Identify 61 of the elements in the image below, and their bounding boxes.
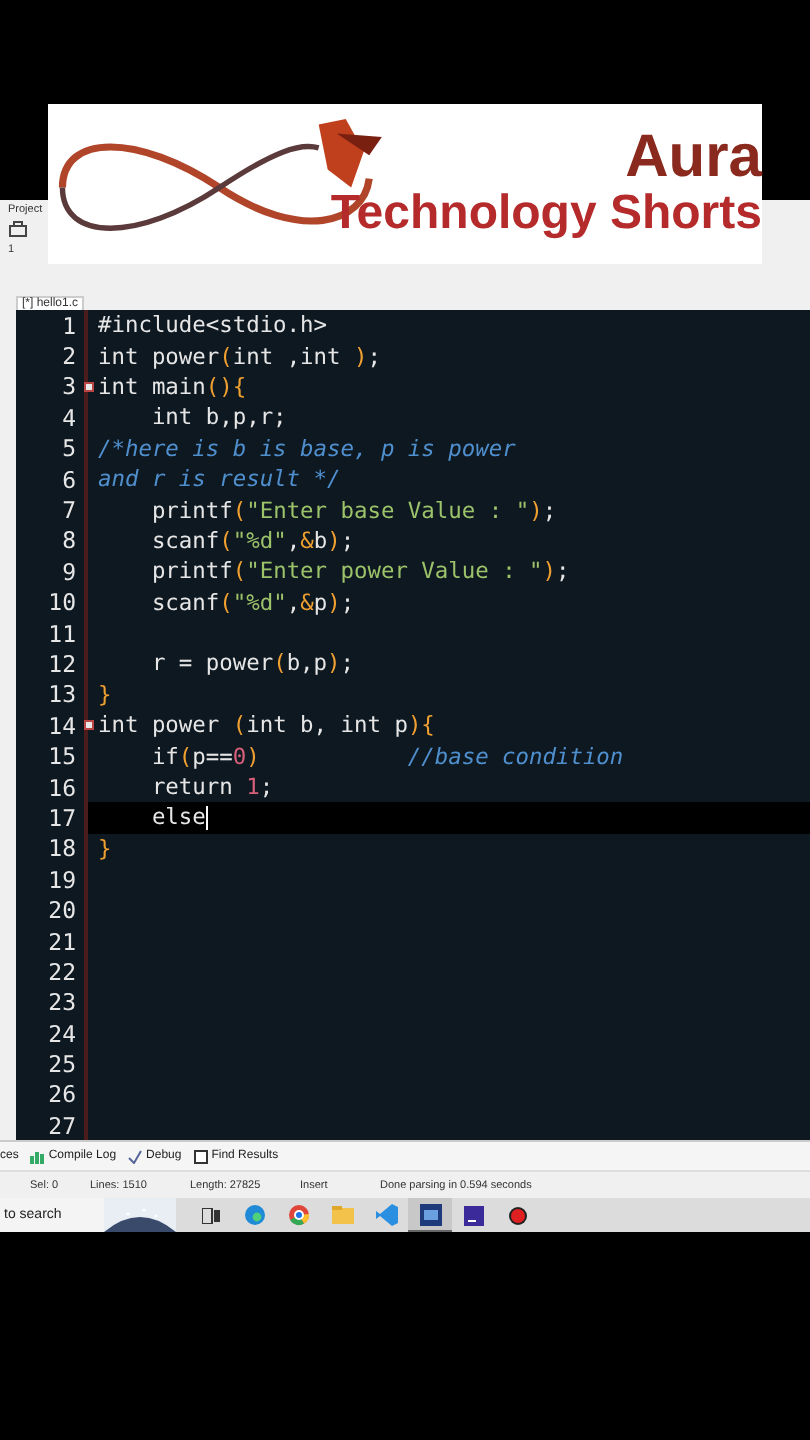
line-number: 18 [48, 834, 76, 863]
browser-icon [243, 1204, 265, 1226]
line-number: 7 [62, 496, 76, 525]
line-number: 10 [48, 588, 76, 617]
line-number: 11 [48, 619, 76, 648]
code-line: and r is result */ [98, 466, 341, 493]
record-icon [508, 1205, 528, 1225]
fold-marker-icon[interactable] [84, 720, 94, 731]
line-number: 3 [62, 372, 76, 401]
printer-icon[interactable] [8, 220, 28, 240]
fold-marker-icon[interactable] [84, 381, 94, 392]
code-line: int main(){ [98, 373, 247, 400]
code-line: printf("Enter power Value : "); [149, 558, 570, 585]
line-number: 19 [48, 865, 76, 894]
browser-icon [287, 1204, 309, 1226]
check-icon [128, 1149, 143, 1163]
code-line: int power (int b, int p){ [98, 712, 435, 739]
line-number: 9 [62, 557, 76, 586]
line-number: 22 [48, 957, 76, 986]
document-icon [193, 1149, 208, 1163]
code-editor-icon [375, 1204, 397, 1226]
banner-subtitle: Technology Shorts [330, 188, 762, 240]
line-number: 12 [48, 649, 76, 678]
banner-title: Aura [625, 128, 762, 188]
line-number: 25 [48, 1050, 76, 1079]
code-line: printf("Enter base Value : "); [149, 497, 557, 524]
line-number: 15 [48, 742, 76, 771]
line-number: 8 [62, 526, 76, 555]
line-number: 21 [48, 927, 76, 955]
code-editor[interactable] [16, 310, 810, 1140]
line-number: 5 [62, 434, 76, 463]
line-number: 26 [48, 1080, 76, 1109]
code-line: #include<stdio.h> [98, 312, 328, 339]
code-line: scanf("%d",&b); [149, 527, 355, 554]
line-number: 4 [62, 403, 76, 432]
code-line: if(p==0) //base condition [149, 743, 624, 770]
app-window-icon [419, 1203, 441, 1225]
code-line: } [98, 681, 112, 708]
code-line: int power(int ,int ); [98, 343, 381, 370]
code-line: return 1; [149, 774, 274, 801]
line-number: 20 [48, 896, 76, 925]
code-line: r = power(b,p); [149, 650, 355, 677]
code-line: } [98, 835, 112, 862]
line-number: 2 [62, 342, 76, 371]
line-number: 27 [48, 1111, 76, 1140]
line-number: 16 [48, 773, 76, 802]
code-line: int b,p,r; [149, 404, 287, 431]
line-number: 6 [62, 465, 76, 494]
line-number: 17 [48, 803, 76, 832]
code-line: scanf("%d",&p); [149, 589, 355, 616]
task-view-icon [201, 1207, 219, 1223]
line-number: 24 [48, 1019, 76, 1048]
line-number: 1 [62, 311, 76, 340]
app-window-icon [464, 1205, 484, 1225]
chart-icon [30, 1149, 45, 1163]
line-number: 13 [48, 680, 76, 709]
folder-icon [331, 1206, 353, 1224]
line-number: 14 [48, 711, 76, 740]
code-line: else [149, 804, 208, 831]
line-number: 23 [48, 988, 76, 1017]
code-line: /*here is b is base, p is power [98, 435, 516, 462]
